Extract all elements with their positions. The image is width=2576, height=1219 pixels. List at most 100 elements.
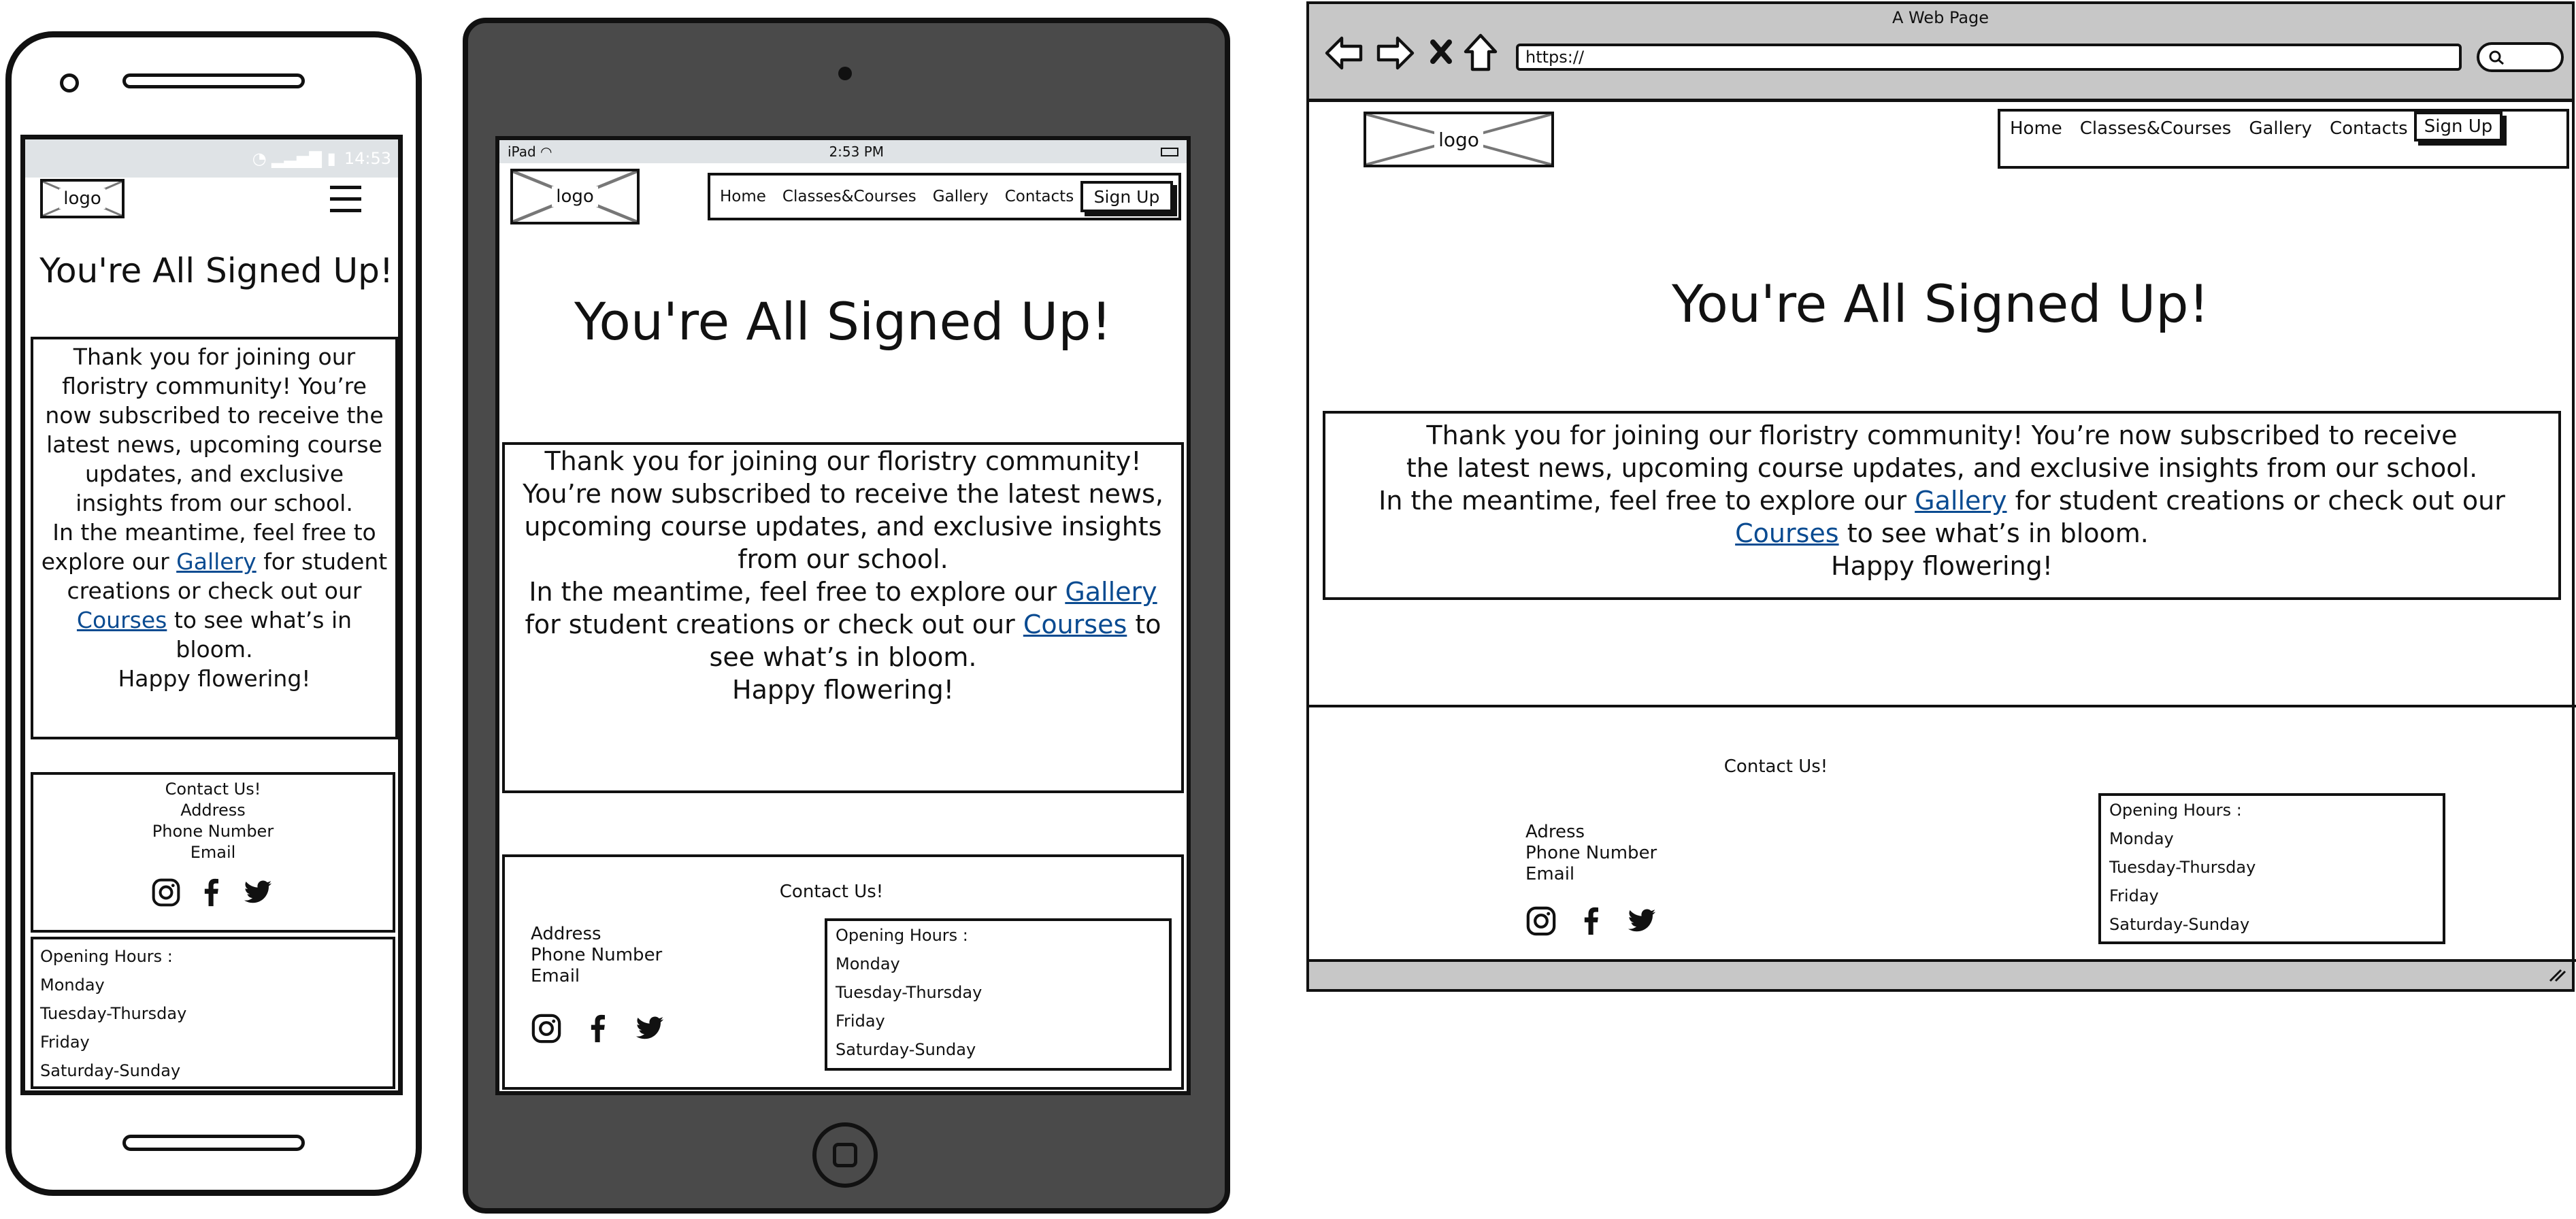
hours-day: Tuesday-Thursday [40,1004,187,1023]
close-icon[interactable] [1429,38,1453,65]
contact-title: Contact Us! [165,780,261,799]
search-field[interactable] [2477,42,2564,72]
tablet-status-device: iPad ◠ [508,144,552,160]
contact-details: Adress Phone Number Email [1525,822,1657,885]
nav-home[interactable]: Home [2010,118,2062,139]
browser-status-bar [1309,959,2572,989]
opening-hours-title: Opening Hours : [2109,801,2242,820]
hours-day: Tuesday-Thursday [836,983,982,1002]
sign-off-text: Happy flowering! [118,665,311,692]
phone-number-text: Phone Number [1525,843,1657,863]
email-text: Email [1525,864,1575,884]
back-arrow-icon[interactable] [1324,34,1365,72]
facebook-icon[interactable] [582,1011,612,1046]
instagram-icon[interactable] [151,878,181,907]
phone-status-time: 14:53 [344,149,391,168]
nav-gallery[interactable]: Gallery [2249,118,2312,139]
battery-icon [1160,147,1178,156]
tablet-camera [838,67,852,80]
logo[interactable]: logo [40,179,125,218]
footer-contact: Contact Us! Address Phone Number Email [31,772,395,933]
home-icon[interactable] [1463,33,1498,72]
url-text: https:// [1525,48,1585,67]
tablet-status-bar: iPad ◠ 2:53 PM [499,140,1187,163]
address-text: Adress [1525,822,1585,842]
resize-handle-icon[interactable] [2546,967,2566,984]
sign-up-button[interactable]: Sign Up [1080,181,1173,212]
facebook-icon[interactable] [196,875,226,909]
hours-day: Friday [40,1033,90,1052]
hours-day: Monday [836,954,900,973]
hours-day: Monday [2109,829,2174,848]
footer: Contact Us! Adress Phone Number Email Op… [1306,705,2576,962]
hamburger-menu-icon[interactable] [330,183,361,213]
phone-speaker [122,73,305,88]
sign-up-button[interactable]: Sign Up [2414,112,2503,141]
browser-window: A Web Page https:// logo Home Classes&Co… [1306,1,2576,992]
phone-screen: ◔ ▂▃▅▇ ▮ 14:53 logo You're All Signed Up… [20,135,403,1095]
courses-link[interactable]: Courses [77,607,167,633]
phone-number-text: Phone Number [152,822,274,841]
nav-classes-courses[interactable]: Classes&Courses [2080,118,2232,139]
explore-text: In the meantime, feel free to explore ou… [1378,486,2505,548]
hours-day: Monday [40,975,105,995]
social-icons [531,1011,667,1046]
courses-link[interactable]: Courses [1023,610,1127,639]
hours-day: Tuesday-Thursday [2109,858,2256,877]
tablet-home-button[interactable] [812,1122,878,1188]
hours-day: Friday [2109,886,2159,905]
nav-gallery[interactable]: Gallery [933,188,989,205]
address-text: Address [180,801,246,820]
phone-number-text: Phone Number [531,945,663,965]
twitter-icon[interactable] [633,1014,667,1043]
opening-hours-title: Opening Hours : [836,926,968,945]
email-text: Email [531,966,580,986]
social-icons [33,875,393,909]
tablet-status-time: 2:53 PM [829,144,885,160]
nav-contacts[interactable]: Contacts [1005,188,1074,205]
address-bar[interactable]: https:// [1516,44,2462,71]
thank-you-text: Thank you for joining our floristry comm… [45,344,384,516]
nav-home[interactable]: Home [720,188,766,205]
address-text: Address [531,924,601,944]
instagram-icon[interactable] [1525,905,1557,937]
browser-title: A Web Page [1892,8,1989,27]
explore-text: In the meantime, feel free to explore ou… [525,577,1161,672]
gallery-link[interactable]: Gallery [1915,486,2007,516]
confirmation-message: Thank you for joining our floristry comm… [502,442,1184,793]
phone-status-bar: ◔ ▂▃▅▇ ▮ 14:53 [25,139,398,178]
page-title: You're All Signed Up! [574,291,1112,352]
phone-home-bar [122,1135,305,1151]
courses-link[interactable]: Courses [1735,518,1838,548]
hours-day: Saturday-Sunday [40,1061,181,1080]
wifi-icon: ◠ [540,144,552,160]
contact-title: Contact Us! [1723,756,1828,777]
forward-arrow-icon[interactable] [1374,34,1415,72]
hours-day: Friday [836,1012,885,1031]
explore-text: In the meantime, feel free to explore ou… [41,519,388,663]
gallery-link[interactable]: Gallery [176,548,257,575]
page-title: You're All Signed Up! [1671,273,2210,334]
instagram-icon[interactable] [531,1013,562,1044]
logo[interactable]: logo [1364,112,1554,167]
twitter-icon[interactable] [241,878,275,907]
signal-icon: ◔ ▂▃▅▇ ▮ [252,149,336,168]
facebook-icon[interactable] [1576,903,1606,939]
opening-hours: Opening Hours : Monday Tuesday-Thursday … [31,937,395,1089]
gallery-link[interactable]: Gallery [1065,577,1157,607]
phone-camera [60,73,79,93]
tablet-screen: iPad ◠ 2:53 PM logo Home Classes&Courses… [495,136,1191,1095]
hours-day: Saturday-Sunday [2109,915,2250,934]
footer: Contact Us! Address Phone Number Email O… [502,854,1184,1090]
confirmation-message: Thank you for joining our floristry comm… [1323,411,2561,600]
search-icon [2489,50,2504,65]
nav-classes-courses[interactable]: Classes&Courses [782,188,917,205]
twitter-icon[interactable] [1625,906,1659,936]
browser-toolbar: A Web Page https:// [1309,4,2572,102]
opening-hours: Opening Hours : Monday Tuesday-Thursday … [825,918,1172,1071]
nav-contacts[interactable]: Contacts [2330,118,2408,139]
logo[interactable]: logo [510,169,640,224]
hours-day: Saturday-Sunday [836,1040,976,1059]
email-text: Email [190,843,236,862]
thank-you-text: Thank you for joining our floristry comm… [1406,420,2478,483]
